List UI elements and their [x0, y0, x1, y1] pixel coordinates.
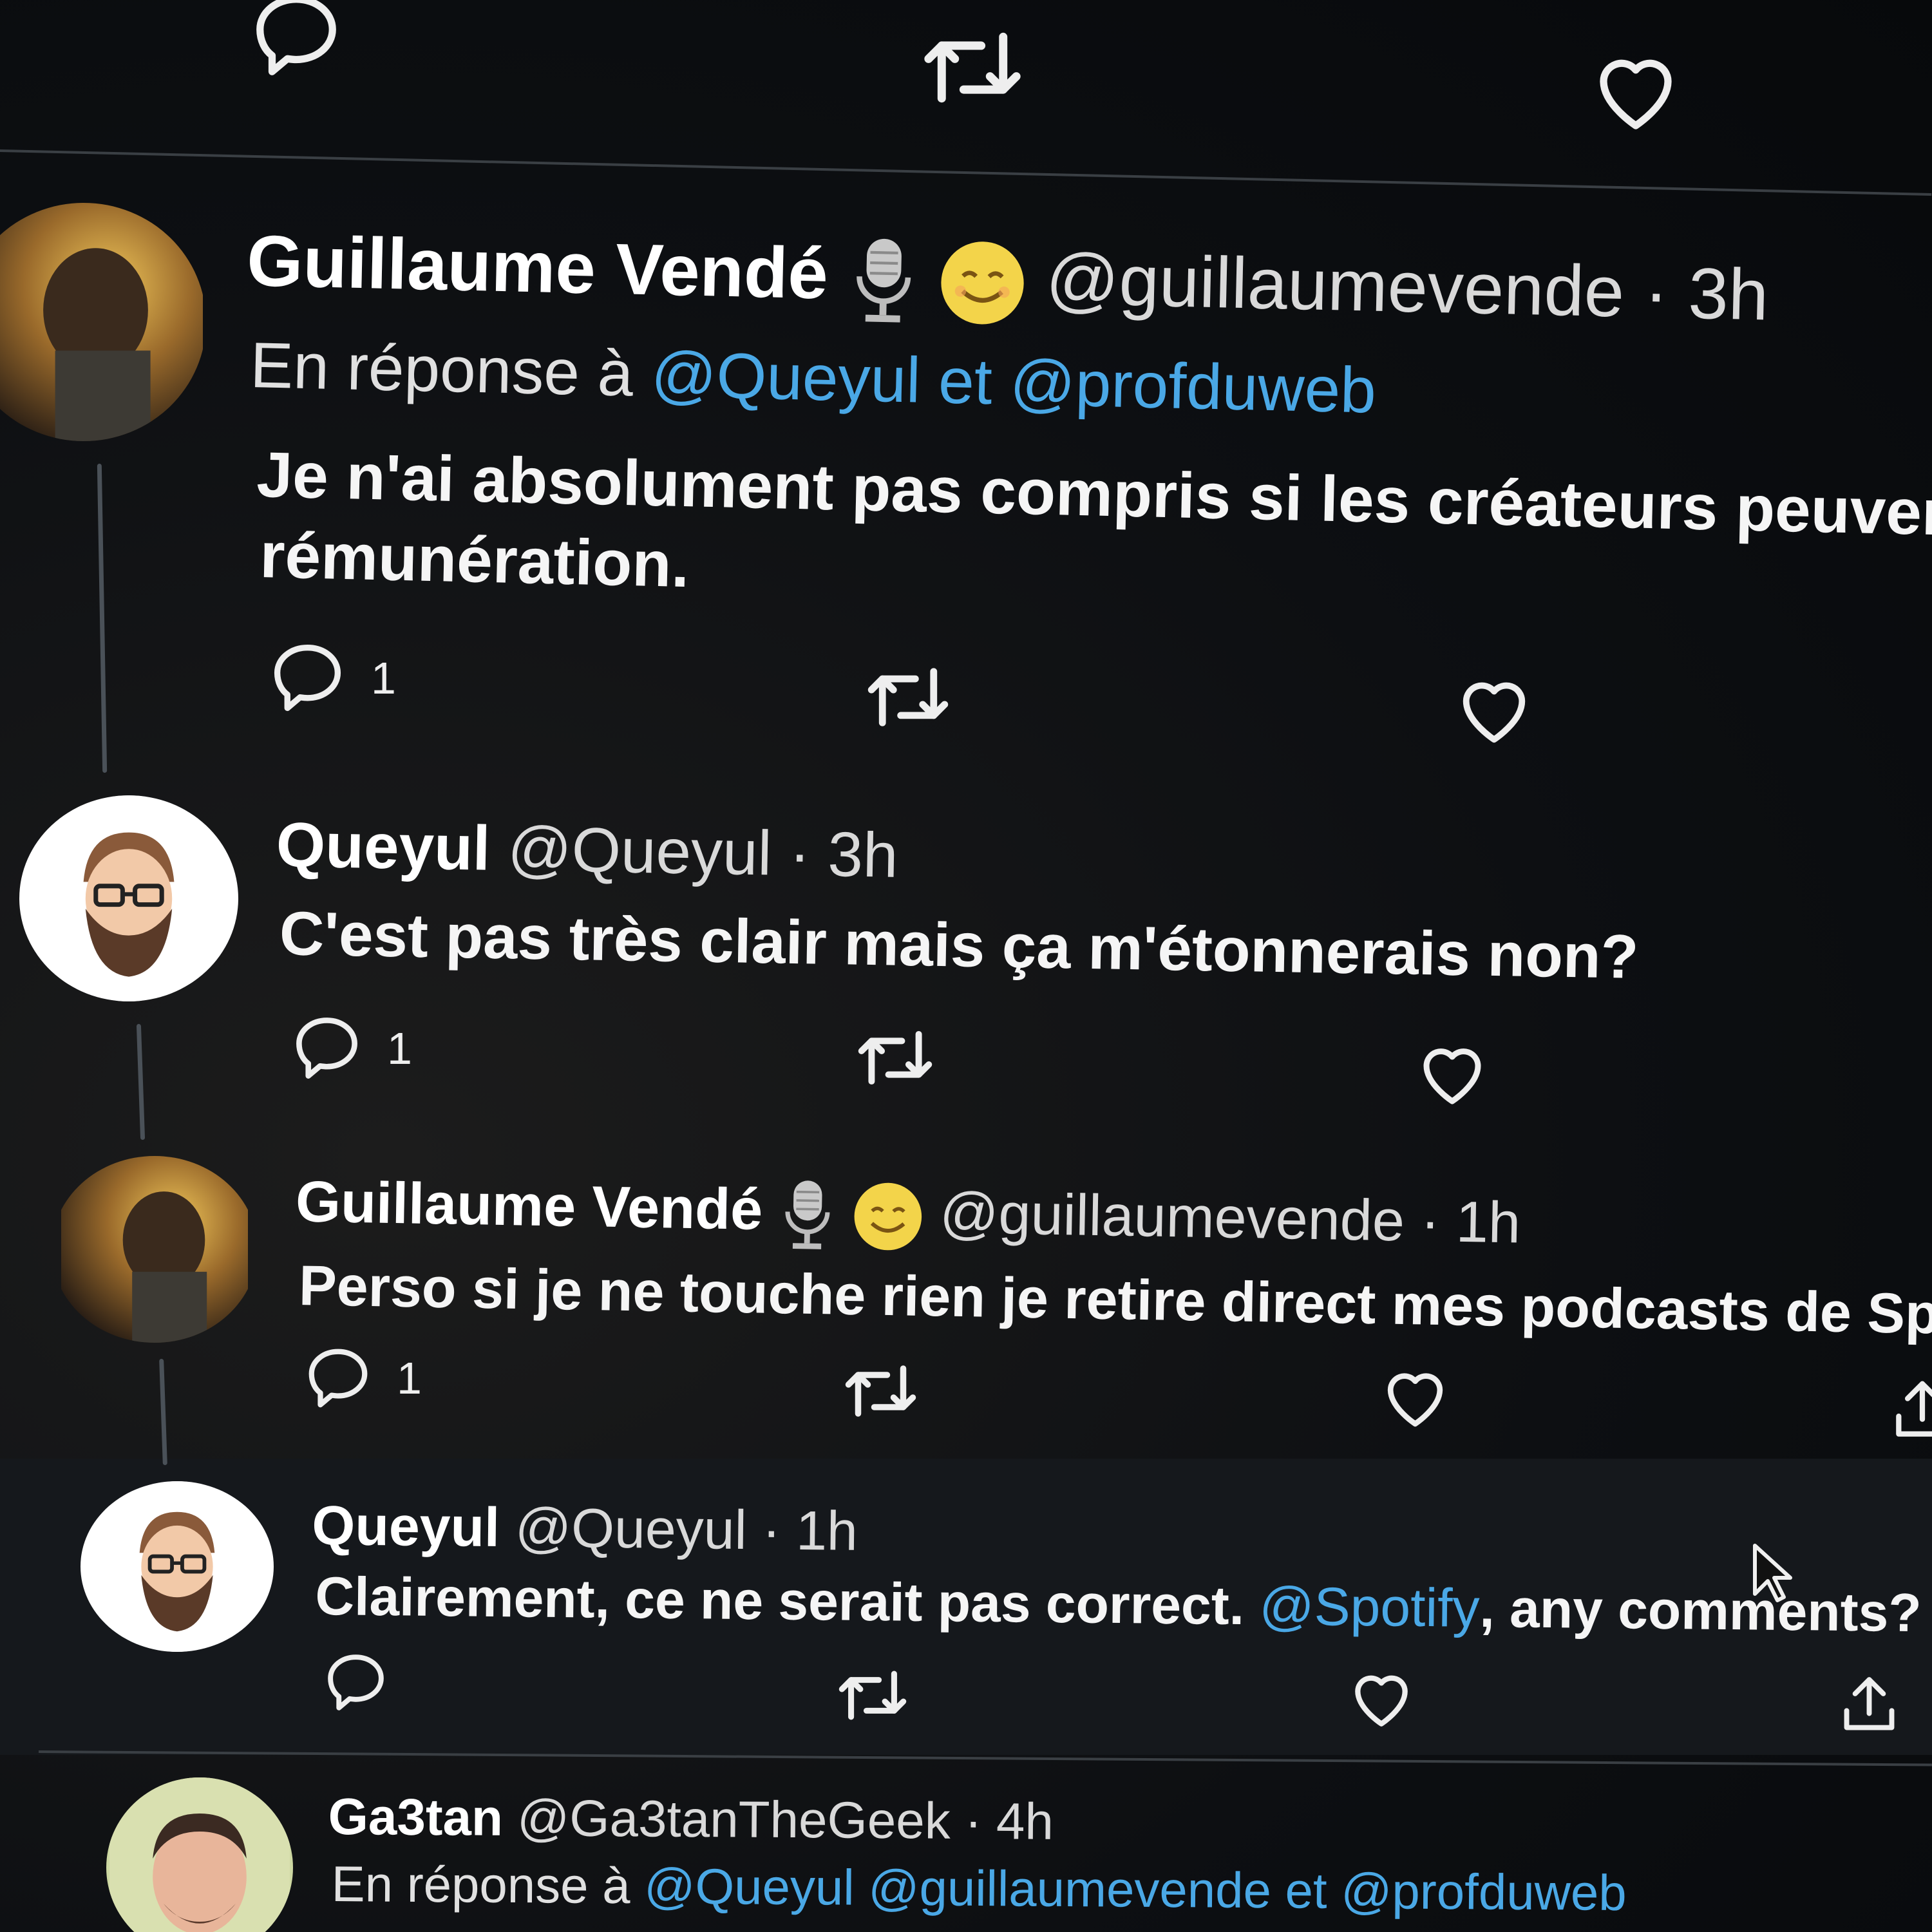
comment-icon — [290, 1011, 364, 1085]
user-handle[interactable]: @Queyul — [507, 813, 772, 888]
heart-icon — [1346, 1665, 1417, 1736]
reply-context: En réponse à @Queyul @guillaumevende et … — [331, 1855, 1627, 1922]
like-button[interactable] — [1587, 45, 1684, 142]
tweet-header: Ga3tan @Ga3tanTheGeek · 4h — [328, 1787, 1054, 1852]
avatar-guillaume[interactable] — [52, 1156, 258, 1343]
reply-count: 1 — [397, 1353, 422, 1403]
comment-icon — [248, 0, 345, 84]
user-name[interactable]: Queyul — [312, 1495, 500, 1558]
mention-link[interactable]: @guillaumevende — [868, 1859, 1271, 1918]
avatar-photo-icon — [0, 203, 203, 441]
user-name[interactable]: Ga3tan — [328, 1788, 503, 1846]
share-icon — [1835, 1671, 1903, 1739]
separator-dot: · — [762, 1499, 781, 1562]
retweet-button[interactable] — [840, 1356, 921, 1426]
bearded-man-avatar-icon — [91, 1481, 263, 1652]
timestamp[interactable]: 1h — [796, 1500, 858, 1562]
reply-button[interactable] — [248, 0, 345, 84]
timestamp[interactable]: 3h — [1687, 253, 1769, 336]
share-button[interactable] — [1835, 1671, 1903, 1739]
timestamp[interactable]: 3h — [827, 819, 898, 891]
mention-link[interactable]: @profduweb — [1341, 1862, 1627, 1921]
smiling-face-emoji-icon — [852, 1180, 924, 1253]
reply-prefix: En réponse à — [331, 1855, 630, 1915]
reply-joiner: et — [937, 345, 993, 419]
share-button[interactable] — [1887, 1375, 1932, 1446]
reply-count: 1 — [371, 652, 396, 703]
reply-button[interactable]: 1 — [290, 1011, 412, 1085]
comment-icon — [322, 1649, 390, 1716]
thread-connector-line — [159, 1358, 167, 1466]
avatar-photo-icon — [61, 1156, 248, 1343]
twitter-thread-screen: Guillaume Vendé @guillaumevende · 3h En … — [0, 0, 1932, 1932]
avatar-ga3tan[interactable] — [106, 1777, 293, 1932]
retweet-icon — [918, 19, 1027, 116]
avatar-photo-icon — [109, 1777, 290, 1932]
tweet-text: , any comments? — [1479, 1577, 1922, 1643]
comment-icon — [267, 638, 348, 718]
avatar-guillaume[interactable] — [0, 203, 206, 441]
like-button[interactable] — [1414, 1037, 1491, 1114]
thread-connector-line — [136, 1023, 146, 1141]
like-button[interactable] — [1452, 670, 1536, 753]
retweet-icon — [863, 657, 953, 737]
timestamp[interactable]: 1h — [1455, 1190, 1521, 1256]
tweet-text: Clairement, ce ne serait pas correct. — [315, 1566, 1245, 1636]
reply-button[interactable]: 1 — [303, 1343, 422, 1414]
smiling-face-emoji-icon — [938, 238, 1027, 327]
heart-icon — [1414, 1037, 1491, 1114]
reply-prefix: En réponse à — [249, 328, 634, 410]
like-button[interactable] — [1346, 1665, 1417, 1736]
separator-dot: · — [964, 1792, 982, 1850]
heart-icon — [1378, 1362, 1452, 1436]
user-handle[interactable]: @Ga3tanTheGeek — [517, 1789, 951, 1850]
retweet-button[interactable] — [918, 19, 1027, 116]
reply-joiner: et — [1285, 1862, 1327, 1919]
tweet-header: Guillaume Vendé @guillaumevende · 1h — [295, 1169, 1521, 1264]
retweet-icon — [834, 1662, 911, 1729]
bearded-man-avatar-icon — [26, 795, 232, 1001]
reply-button[interactable] — [322, 1649, 390, 1716]
user-handle[interactable]: @guillaumevende — [939, 1181, 1405, 1254]
mouse-cursor-icon — [1752, 1542, 1803, 1610]
retweet-button[interactable] — [863, 657, 953, 737]
reply-button[interactable]: 1 — [267, 638, 396, 718]
microphone-emoji-icon — [778, 1177, 837, 1253]
separator-dot: · — [788, 817, 811, 889]
user-name[interactable]: Guillaume Vendé — [246, 220, 829, 314]
reply-count: 1 — [387, 1023, 412, 1074]
retweet-icon — [853, 1021, 937, 1095]
microphone-emoji-icon — [847, 235, 920, 327]
mention-link[interactable]: @Queyul — [644, 1857, 855, 1915]
user-name[interactable]: Guillaume Vendé — [295, 1170, 763, 1242]
retweet-button[interactable] — [853, 1021, 937, 1095]
retweet-icon — [840, 1356, 921, 1426]
user-handle[interactable]: @Queyul — [515, 1497, 747, 1561]
mention-link[interactable]: @profduweb — [1009, 346, 1377, 427]
like-button[interactable] — [1378, 1362, 1452, 1436]
comment-icon — [303, 1343, 374, 1414]
user-name[interactable]: Queyul — [276, 809, 491, 884]
separator-dot: · — [1643, 252, 1669, 334]
tweet-header: Queyul @Queyul · 1h — [312, 1494, 858, 1564]
tweet-text-line: Perso si je ne touche rien je retire dir… — [298, 1253, 1932, 1347]
share-icon — [1887, 1375, 1932, 1446]
timestamp[interactable]: 4h — [996, 1792, 1054, 1850]
reply-context: En réponse à @Queyul et @profduweb — [249, 328, 1377, 428]
retweet-button[interactable] — [834, 1662, 911, 1729]
tweet-divider — [0, 149, 1932, 196]
thread-connector-line — [97, 463, 108, 773]
tweet-text-line: rémunération. — [259, 518, 690, 601]
tweet-header: Queyul @Queyul · 3h — [276, 808, 898, 892]
avatar-queyul[interactable] — [80, 1481, 274, 1652]
heart-icon — [1452, 670, 1536, 753]
avatar-queyul[interactable] — [19, 795, 238, 1001]
separator-dot: · — [1420, 1189, 1441, 1255]
mention-link[interactable]: @Queyul — [650, 338, 922, 416]
heart-icon — [1587, 45, 1684, 142]
mention-link[interactable]: @Spotify — [1259, 1575, 1480, 1638]
tweet-header: Guillaume Vendé @guillaumevende · 3h — [246, 219, 1770, 346]
tweet-text-line: C'est pas très clair mais ça m'étonnerai… — [279, 898, 1640, 992]
user-handle[interactable]: @guillaumevende — [1045, 238, 1625, 332]
